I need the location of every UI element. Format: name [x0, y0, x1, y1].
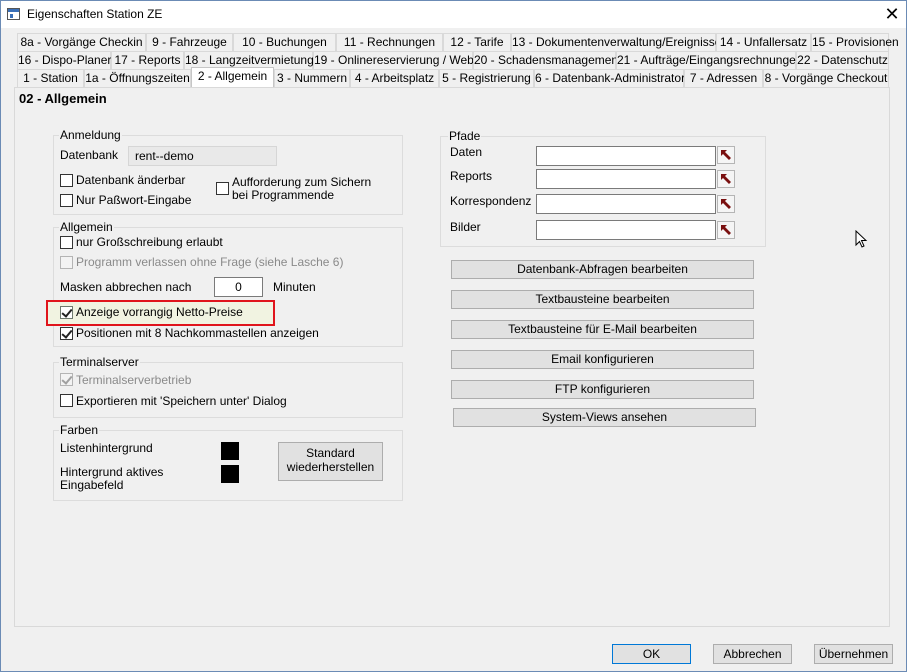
uppercase-only-label: nur Großschreibung erlaubt — [76, 235, 223, 249]
eight-decimals-label: Positionen mit 8 Nachkommastellen anzeig… — [76, 326, 319, 340]
properties-window: Eigenschaften Station ZE ✕ 8a - Vorgänge… — [0, 0, 907, 672]
tab-fahrzeuge[interactable]: 9 - Fahrzeuge — [146, 33, 233, 51]
ok-button[interactable]: OK — [612, 644, 691, 664]
uppercase-only-checkbox[interactable] — [60, 236, 73, 249]
path-daten-browse-button[interactable] — [717, 146, 735, 164]
database-label: Datenbank — [60, 148, 119, 162]
minutes-label: Minuten — [273, 280, 316, 294]
tab-nummern[interactable]: 3 - Nummern — [274, 69, 350, 87]
path-korrespondenz-browse-button[interactable] — [717, 195, 735, 213]
arrow-up-left-icon — [721, 150, 731, 160]
terminalserver-operation-label: Terminalserverbetrieb — [76, 373, 192, 387]
group-pfade-title: Pfade — [448, 129, 482, 143]
tab-vorgaenge-checkout[interactable]: 8 - Vorgänge Checkout — [763, 69, 889, 87]
tab-reports[interactable]: 17 - Reports — [111, 51, 184, 69]
cancel-button[interactable]: Abbrechen — [713, 644, 792, 664]
path-reports-label: Reports — [450, 169, 493, 183]
save-prompt-checkbox[interactable] — [216, 182, 229, 195]
tab-rechnungen[interactable]: 11 - Rechnungen — [336, 33, 443, 51]
active-field-bg-label-2: Eingabefeld — [60, 478, 124, 492]
export-save-dialog-label: Exportieren mit 'Speichern unter' Dialog — [76, 394, 287, 408]
tab-schadensmanagement[interactable]: 20 - Schadensmanagement — [473, 51, 621, 69]
tab-datenschutz[interactable]: 22 - Datenschutz — [796, 51, 889, 69]
netto-prices-checkbox[interactable] — [60, 306, 73, 319]
tab-adressen[interactable]: 7 - Adressen — [684, 69, 763, 87]
active-field-bg-swatch[interactable] — [221, 465, 239, 483]
password-only-checkbox[interactable] — [60, 194, 73, 207]
export-save-dialog-checkbox[interactable] — [60, 394, 73, 407]
tab-allgemein[interactable]: 2 - Allgemein — [191, 67, 274, 87]
change-database-label: Datenbank änderbar — [76, 173, 186, 187]
group-terminalserver-title: Terminalserver — [59, 355, 140, 369]
path-bilder-input[interactable] — [536, 220, 716, 240]
apply-button[interactable]: Übernehmen — [814, 644, 893, 664]
arrow-up-left-icon — [721, 225, 731, 235]
save-prompt-label-1: Aufforderung zum Sichern — [232, 175, 372, 189]
path-reports-browse-button[interactable] — [717, 170, 735, 188]
tab-dispo-planer[interactable]: 16 - Dispo-Planer — [17, 51, 111, 69]
eight-decimals-checkbox[interactable] — [60, 327, 73, 340]
mouse-pointer-icon — [855, 230, 868, 248]
text-blocks-button[interactable]: Textbausteine bearbeiten — [451, 290, 754, 309]
path-daten-label: Daten — [450, 145, 483, 159]
system-views-button[interactable]: System-Views ansehen — [453, 408, 756, 427]
netto-prices-label: Anzeige vorrangig Netto-Preise — [76, 305, 243, 319]
mask-abort-label: Masken abbrechen nach — [60, 280, 192, 294]
group-farben-title: Farben — [59, 423, 100, 437]
title-bar: Eigenschaften Station ZE ✕ — [1, 1, 906, 28]
password-only-label: Nur Paßwort-Eingabe — [76, 193, 192, 207]
tab-registrierung[interactable]: 5 - Registrierung — [439, 69, 534, 87]
tab-vorgaenge-checkin[interactable]: 8a - Vorgänge Checkin — [17, 33, 146, 51]
exit-without-asking-checkbox — [60, 256, 73, 269]
reset-defaults-button[interactable]: Standard wiederherstellen — [278, 442, 383, 481]
path-korrespondenz-input[interactable] — [536, 194, 716, 214]
path-bilder-browse-button[interactable] — [717, 221, 735, 239]
close-icon[interactable]: ✕ — [881, 3, 903, 25]
tab-buchungen[interactable]: 10 - Buchungen — [233, 33, 336, 51]
active-field-bg-label-1: Hintergrund aktives — [60, 465, 164, 479]
app-window-icon — [7, 8, 20, 20]
group-anmeldung-title: Anmeldung — [59, 128, 122, 142]
reset-defaults-label-1: Standard — [306, 446, 355, 460]
email-text-blocks-button[interactable]: Textbausteine für E-Mail bearbeiten — [451, 320, 754, 339]
path-korrespondenz-label: Korrespondenz — [450, 194, 532, 208]
email-config-button[interactable]: Email konfigurieren — [451, 350, 754, 369]
reset-defaults-label-2: wiederherstellen — [286, 460, 375, 474]
window-title: Eigenschaften Station ZE — [27, 7, 163, 21]
path-bilder-label: Bilder — [450, 220, 481, 234]
terminalserver-operation-checkbox — [60, 373, 73, 386]
group-terminalserver — [53, 362, 403, 418]
change-database-checkbox[interactable] — [60, 174, 73, 187]
ftp-config-button[interactable]: FTP konfigurieren — [451, 380, 754, 399]
tab-datenbank-administrator[interactable]: 6 - Datenbank-Administrator — [534, 69, 685, 87]
arrow-up-left-icon — [721, 199, 731, 209]
exit-without-asking-label: Programm verlassen ohne Frage (siehe Las… — [76, 255, 344, 269]
tab-provisionen[interactable]: 15 - Provisionen — [811, 33, 899, 51]
tab-onlinereservierung[interactable]: 19 - Onlinereservierung / Web — [313, 51, 474, 69]
path-reports-input[interactable] — [536, 169, 716, 189]
page-title: 02 - Allgemein — [19, 91, 107, 106]
database-value: rent--demo — [128, 146, 277, 166]
save-prompt-label-2: bei Programmende — [232, 188, 335, 202]
tab-oeffnungszeiten[interactable]: 1a - Öffnungszeiten — [84, 69, 191, 87]
mask-abort-minutes-input[interactable]: 0 — [214, 277, 263, 297]
list-background-label: Listenhintergrund — [60, 441, 153, 455]
tab-tarife[interactable]: 12 - Tarife — [443, 33, 511, 51]
db-queries-button[interactable]: Datenbank-Abfragen bearbeiten — [451, 260, 754, 279]
arrow-up-left-icon — [721, 174, 731, 184]
tab-auftraege[interactable]: 21 - Aufträge/Eingangsrechnungen — [616, 51, 802, 69]
tab-station[interactable]: 1 - Station — [17, 69, 84, 87]
group-allgemein-title: Allgemein — [59, 220, 114, 234]
path-daten-input[interactable] — [536, 146, 716, 166]
tab-dokumentenverwaltung[interactable]: 13 - Dokumentenverwaltung/Ereignisse — [511, 33, 721, 51]
tab-unfallersatz[interactable]: 14 - Unfallersatz — [716, 33, 811, 51]
list-background-swatch[interactable] — [221, 442, 239, 460]
tab-arbeitsplatz[interactable]: 4 - Arbeitsplatz — [350, 69, 439, 87]
